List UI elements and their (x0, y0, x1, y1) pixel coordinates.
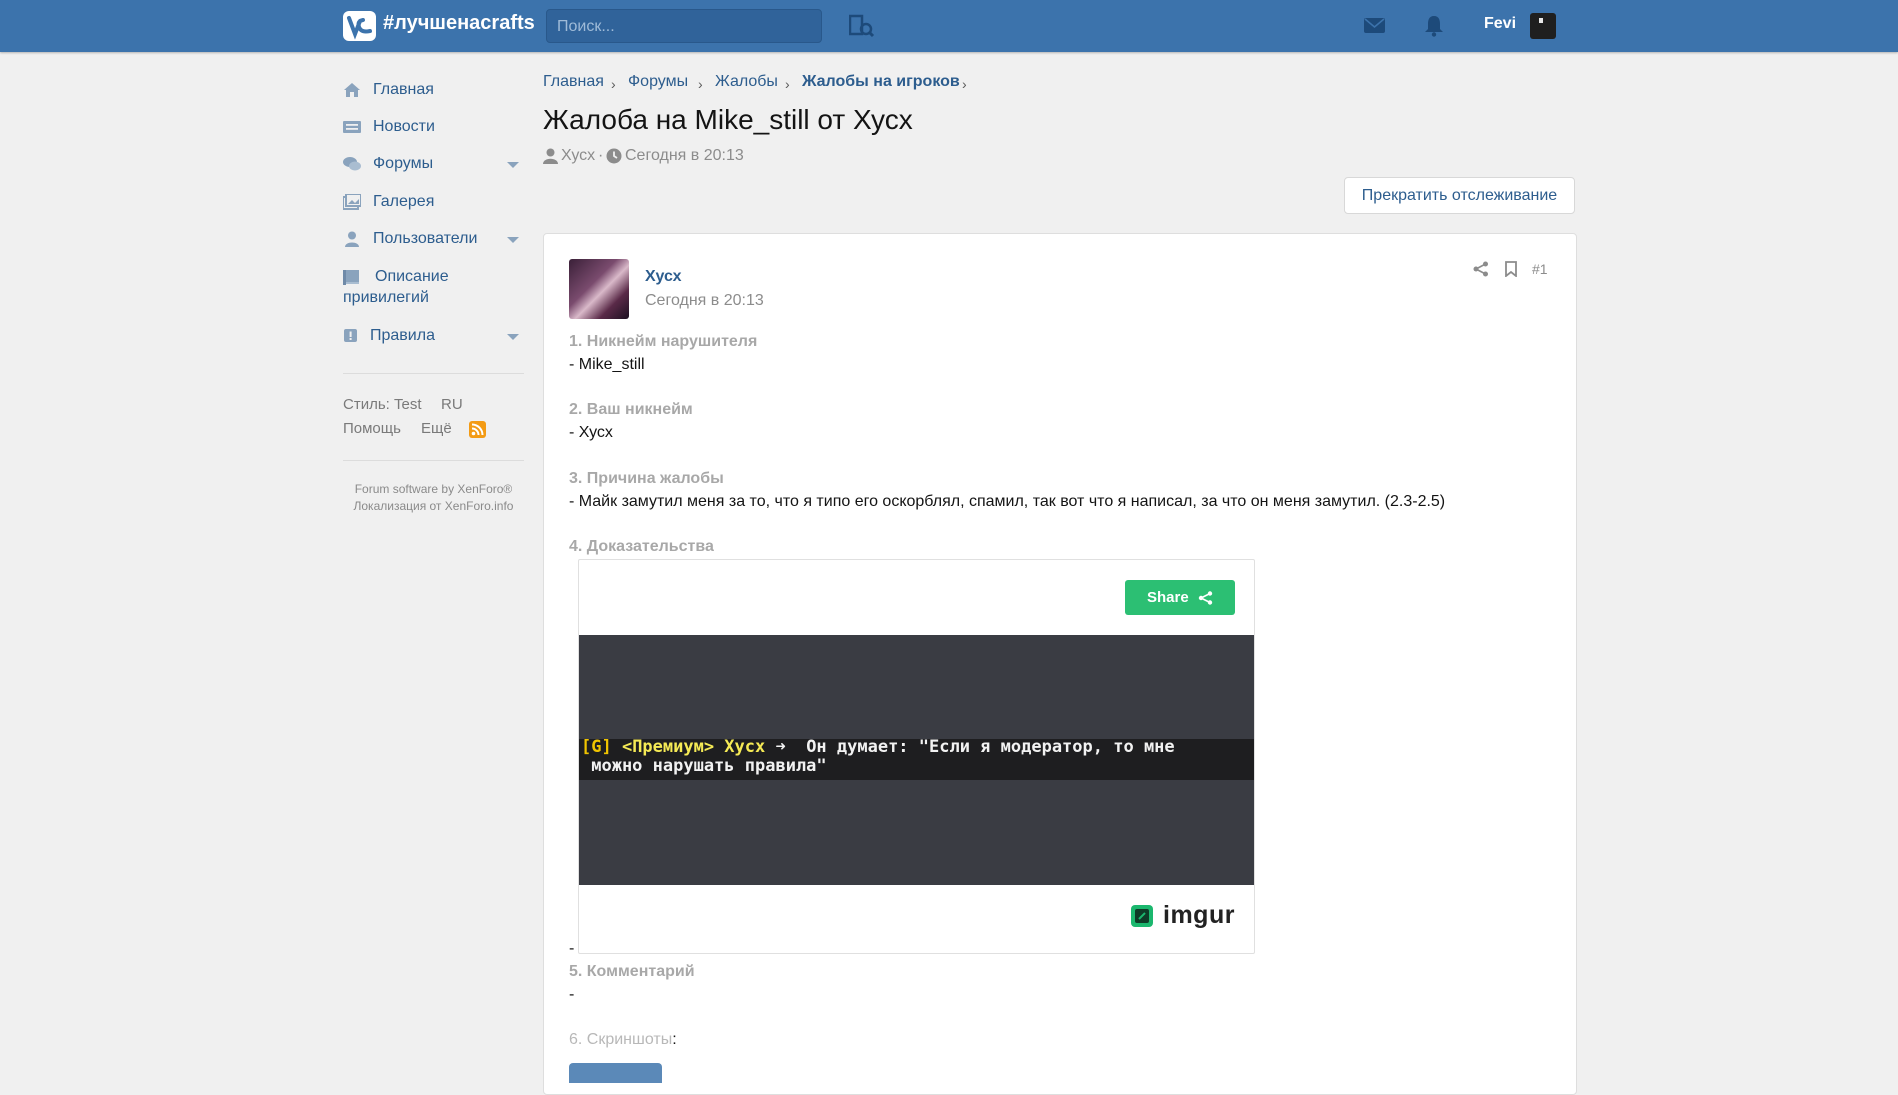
user-icon (343, 231, 361, 247)
chat-message: [G] <Премиум> Хусх ➜ Он думает: "Если я … (581, 738, 1251, 776)
sidebar-item-label: Форумы (373, 155, 434, 172)
forums-expand-chevron-down-icon[interactable] (507, 162, 519, 168)
book-icon (343, 269, 361, 285)
sidebar-item-label: привилегий (343, 289, 429, 306)
language-chooser-link[interactable]: RU (441, 396, 463, 413)
breadcrumb-forums[interactable]: Форумы (628, 73, 688, 91)
post-action-button[interactable] (569, 1063, 662, 1083)
search-input[interactable]: Поиск... (546, 9, 822, 43)
page-title: Жалоба на Mike_still от Хусх (543, 104, 913, 135)
bell-icon[interactable] (1424, 15, 1444, 37)
meta-separator: · (598, 147, 604, 164)
thread-author-link[interactable]: Хусх (561, 147, 595, 165)
user-icon (543, 148, 558, 164)
answer-your-nick: - Хусх (569, 424, 613, 441)
news-icon (343, 119, 361, 135)
site-name[interactable]: #лучшенacrafts (383, 12, 535, 35)
breadcrumb-home[interactable]: Главная (543, 73, 604, 91)
home-icon (343, 82, 361, 98)
chat-channel-tag: [G] (581, 737, 612, 757)
thread-date: Сегодня в 20:13 (625, 147, 744, 164)
question-evidence: 4. Доказательства (569, 538, 714, 555)
post-number-link[interactable]: #1 (1532, 261, 1548, 277)
username-link[interactable]: Fevi (1484, 15, 1516, 33)
chevron-right-icon: › (611, 76, 616, 92)
sidebar-divider (343, 460, 524, 461)
unwatch-button[interactable]: Прекратить отслеживание (1344, 177, 1575, 214)
sidebar-item-label: Галерея (373, 193, 435, 210)
bookmark-icon[interactable] (1503, 261, 1519, 277)
question-offender-nick: 1. Никнейм нарушителя (569, 333, 758, 350)
mail-icon[interactable] (1364, 17, 1385, 34)
footer-copyright[interactable]: Forum software by XenForo® (343, 482, 524, 496)
share-button-label: Share (1147, 589, 1189, 606)
imgur-brand[interactable]: imgur (1163, 901, 1235, 930)
clock-icon (606, 148, 622, 164)
sidebar-item-label: Новости (373, 118, 435, 135)
chevron-right-icon: › (698, 76, 703, 92)
sidebar-item-label: Правила (370, 327, 435, 344)
sidebar-item-label: Главная (373, 81, 434, 98)
embed-share-button[interactable]: Share (1125, 580, 1235, 615)
share-icon (1198, 591, 1213, 605)
exclamation-icon (343, 328, 361, 344)
user-avatar[interactable] (1530, 13, 1556, 39)
rss-icon[interactable] (469, 421, 486, 438)
question-comment: 5. Комментарий (569, 963, 695, 980)
breadcrumb-player-complaints[interactable]: Жалобы на игроков (802, 73, 960, 91)
question-screenshots-label: 6. Скриншоты (569, 1031, 673, 1048)
gallery-icon (342, 193, 362, 210)
answer-offender-nick: - Mike_still (569, 356, 645, 373)
more-link[interactable]: Ещё (421, 420, 452, 437)
chat-message-line2: можно нарушать правила" (581, 756, 827, 776)
site-logo-icon[interactable] (343, 11, 376, 41)
help-link[interactable]: Помощь (343, 420, 401, 437)
question-screenshots: 6. Скриншоты: (569, 1031, 677, 1049)
footer-localization[interactable]: Локализация от XenForo.info (343, 499, 524, 513)
breadcrumb-complaints[interactable]: Жалобы (715, 73, 778, 91)
members-expand-chevron-down-icon[interactable] (507, 237, 519, 243)
rules-expand-chevron-down-icon[interactable] (507, 334, 519, 340)
answer-comment: - (569, 986, 575, 1003)
post-date-link[interactable]: Сегодня в 20:13 (645, 292, 764, 310)
chevron-right-icon: › (962, 76, 967, 92)
advanced-search-icon[interactable] (848, 14, 875, 38)
chevron-right-icon: › (785, 76, 790, 92)
chat-message-text: ➜ Он думает: "Если я модератор, то мне (765, 737, 1175, 757)
sidebar-item-label: Описание (375, 268, 449, 285)
share-icon[interactable] (1473, 261, 1489, 277)
chat-rank-name: <Премиум> Хусх (611, 737, 766, 757)
top-header (0, 0, 1898, 52)
sidebar-item-label: Пользователи (373, 230, 478, 247)
question-screenshots-colon: : (672, 1031, 677, 1048)
question-reason: 3. Причина жалобы (569, 470, 724, 487)
question-your-nick: 2. Ваш никнейм (569, 401, 693, 418)
comments-icon (343, 156, 361, 172)
imgur-logo-icon[interactable] (1131, 905, 1153, 927)
answer-evidence: - (569, 940, 575, 957)
sidebar-divider (343, 373, 524, 374)
post-author-link[interactable]: Хусх (645, 268, 682, 286)
answer-reason: - Майк замутил меня за то, что я типо ег… (569, 493, 1446, 510)
style-chooser-link[interactable]: Стиль: Test (343, 396, 422, 413)
author-avatar[interactable] (569, 259, 629, 319)
